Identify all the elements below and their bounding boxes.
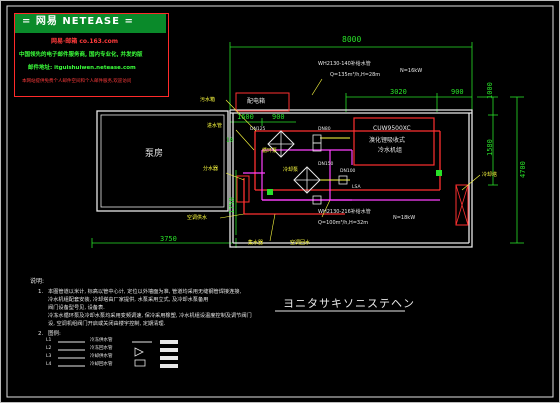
- dim-900-right: 900: [451, 88, 464, 96]
- dim-1000: 1000: [486, 82, 494, 99]
- distribution-box-label: 配电箱: [247, 98, 266, 105]
- dim-4700: 4700: [519, 161, 527, 178]
- inlet-label: 进水管: [207, 123, 223, 129]
- logo-line-2[interactable]: 邮件地址: itguishuiwen.netease.com: [28, 65, 136, 72]
- notes-item2-title: 图例:: [48, 331, 61, 337]
- small-label-a: DN125: [250, 127, 266, 132]
- dim-1750: 1750: [228, 197, 236, 214]
- dim-1600: 1600: [237, 113, 254, 121]
- unit-name-1: 溴化锂吸收式: [369, 137, 406, 144]
- unit-model: CUW9500XC: [373, 125, 411, 132]
- drawing-title: ヨニタサキソニステヘン: [283, 297, 415, 310]
- dim-total-width: 8000: [342, 35, 362, 44]
- outlet-bottom-label: 集水器: [248, 240, 264, 246]
- legend-sym-4: L4: [46, 362, 52, 367]
- dim-1580: 1580: [486, 139, 494, 156]
- notes-heading: 说明:: [30, 278, 45, 285]
- legend-sym-3: L3: [46, 354, 52, 359]
- legend-lines: [58, 340, 178, 368]
- logo-line-1: 中国领先的电子邮件服务商, 国内专业化, 并发的版: [19, 52, 143, 58]
- logo-title: = 网易 NETEASE =: [22, 16, 134, 27]
- return-water-label: 空调回水: [290, 240, 311, 246]
- supply-pipe-top-q: Q=135m³/h,H=28m: [330, 72, 381, 78]
- notes-item1-line1: 本图管道以米计, 标高以管中心计, 定位以外墙面为准, 管道均采用无缝钢管焊接连…: [48, 289, 242, 295]
- legend-text-2: 冷冻回水管: [90, 346, 113, 351]
- legend-sym-2: L2: [46, 346, 52, 351]
- notes-item1-line4: 冷冻水循环泵及冷却水泵均采用变频调速, 保冷采用橡塑, 冷水机组设温度控制及调节…: [48, 313, 252, 319]
- pump-room-label: 泵房: [145, 149, 164, 159]
- pump2-label: 冷却泵: [283, 167, 299, 173]
- small-label-d: DN100: [340, 169, 356, 174]
- logo-subtitle[interactable]: 网易·邮箱 co.163.com: [51, 39, 118, 45]
- notes-item1-line5: 设, 空调机组阀门开启或关闭由楼宇控制, 定期清理.: [48, 321, 166, 327]
- legend-text-1: 冷冻供水管: [90, 338, 113, 343]
- dim-10: 10: [226, 137, 234, 144]
- dim-3020: 3020: [390, 88, 407, 96]
- supply-pipe-bottom-label: WH2130-216补给水管: [318, 209, 371, 215]
- small-label-c: DN150: [318, 162, 334, 167]
- legend-sym-1: L1: [46, 338, 52, 343]
- small-label-b: DN80: [318, 127, 331, 132]
- unit-name-2: 冷水机组: [378, 147, 403, 154]
- supply-pipe-bottom-spec: N=18kW: [393, 215, 416, 221]
- cooling-tower-label: 冷却塔: [482, 172, 498, 178]
- pump1-label: 循环泵: [262, 148, 278, 154]
- legend-text-4: 冷却回水管: [90, 362, 113, 367]
- water-tank-label: 污水箱: [200, 97, 216, 103]
- left-valve-label: 分水器: [203, 166, 219, 172]
- outlet-left-label: 空调供水: [187, 215, 208, 221]
- legend-text-3: 冷却供水管: [90, 354, 113, 359]
- notes-item2-num: 2.: [38, 331, 44, 337]
- dim-900-left: 900: [272, 113, 285, 121]
- notes-item1-line3: 阀门设备型号见, 设备表.: [48, 305, 105, 311]
- cooling-tower-symbol[interactable]: [455, 184, 469, 226]
- notes-item1-num: 1.: [38, 289, 44, 295]
- dim-3750: 3750: [160, 235, 177, 243]
- lsa-label: LSA: [352, 185, 361, 190]
- supply-pipe-top-label: WH2130-140补给水管: [318, 61, 371, 67]
- logo-line-3: 本网站提供免费个人邮件空间和个人邮件服务,欢迎访问: [22, 79, 132, 84]
- supply-pipe-bottom-q: Q=100m³/h,H=32m: [318, 220, 369, 226]
- supply-pipe-top-spec: N=16kW: [400, 68, 423, 74]
- notes-item1-line2: 冷水机组配套安装, 冷却塔由厂家提供, 水泵采用立式, 及冷却水泵备用: [48, 297, 209, 303]
